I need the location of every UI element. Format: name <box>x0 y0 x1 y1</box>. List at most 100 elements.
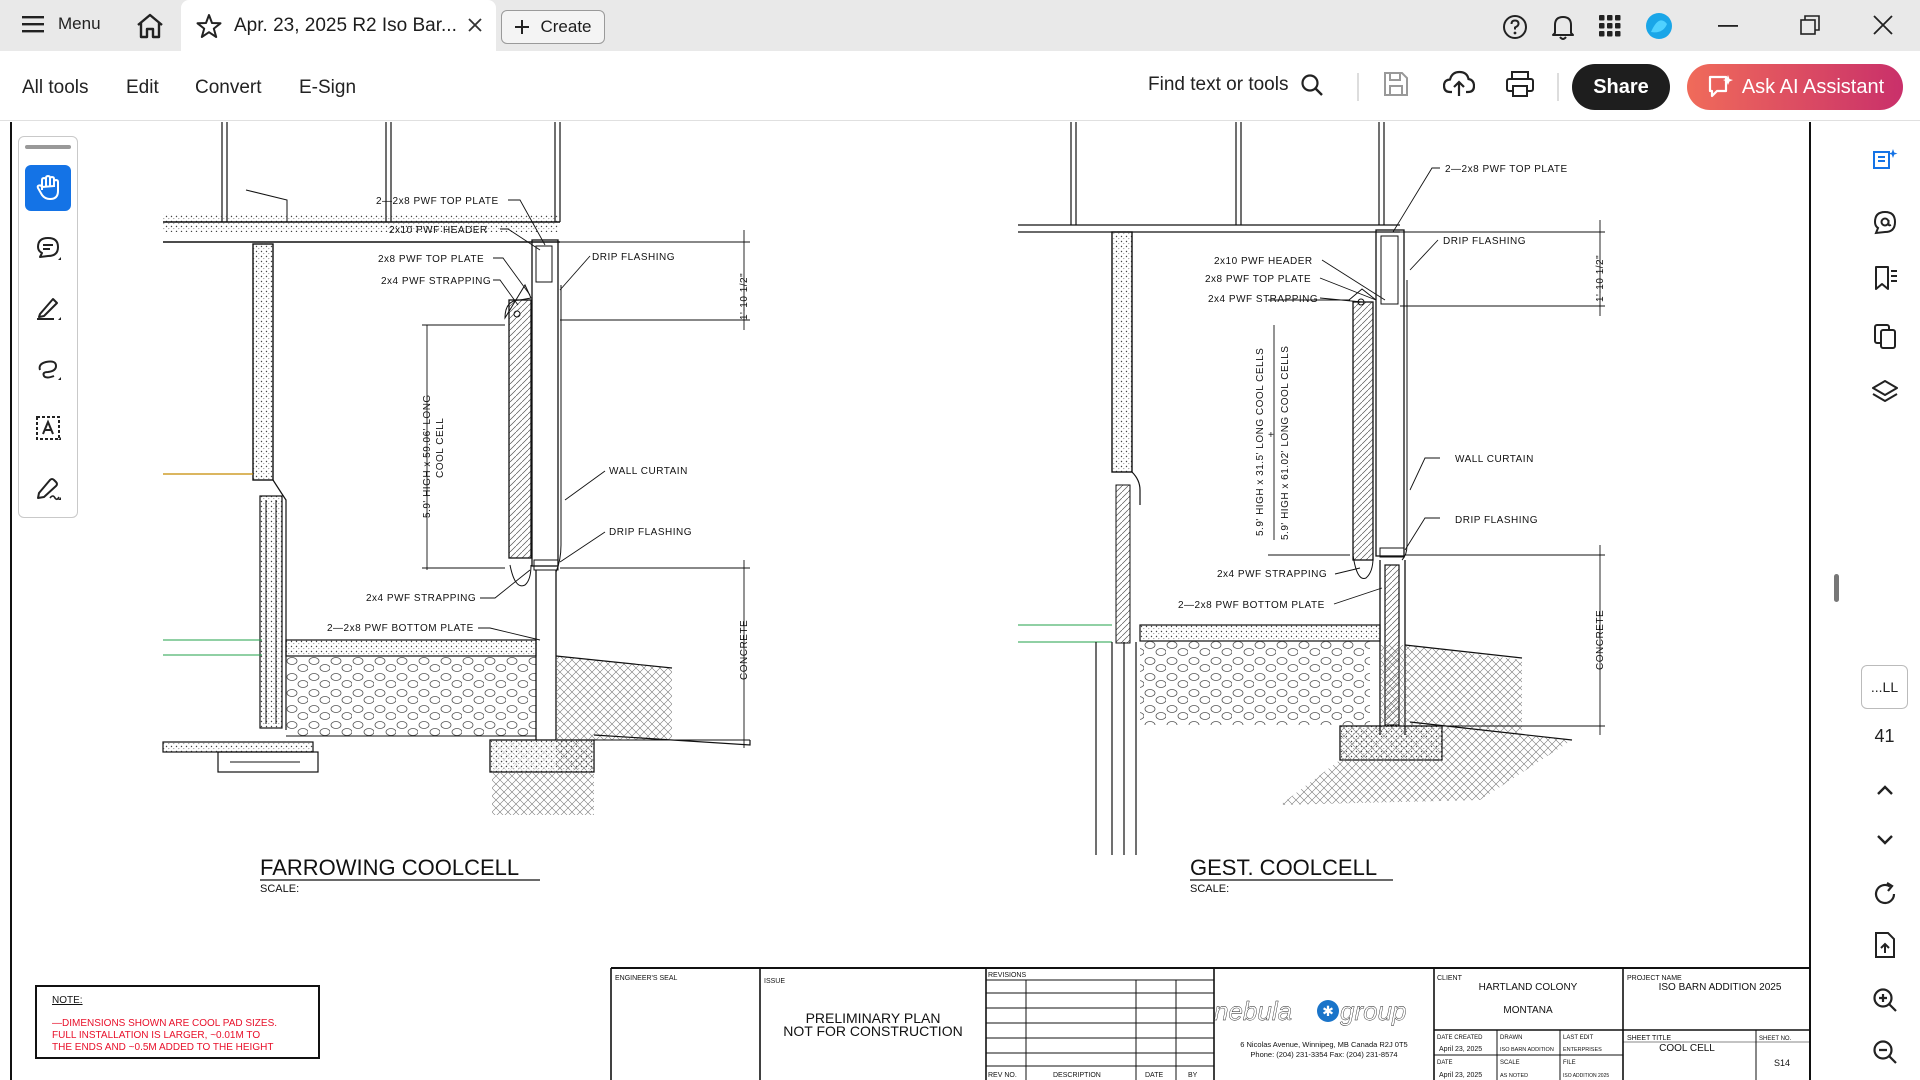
plus-icon <box>515 20 530 34</box>
label-concrete: CONCRETE <box>739 620 750 680</box>
gest-coolcell-detail: 2—2x8 PWF TOP PLATE DRIP FLASHING 2x10 P… <box>1018 122 1606 895</box>
ai-label: Ask AI Assistant <box>1741 75 1885 98</box>
label-strapping-bottom: 2x4 PWF STRAPPING <box>366 593 476 604</box>
text-box-tool-button[interactable] <box>25 405 71 451</box>
farrowing-coolcell-detail: 2—2x8 PWF TOP PLATE 2x10 PWF HEADER 2x8 … <box>162 122 751 895</box>
save-icon <box>1384 72 1408 96</box>
sheet-title: COOL CELL <box>1659 1043 1715 1054</box>
acrobat-window: Menu Apr. 23, 2025 R2 Iso Bar... Create <box>0 0 1920 1080</box>
tab-title: Apr. 23, 2025 R2 Iso Bar... <box>234 14 457 36</box>
search-icon <box>1301 74 1324 96</box>
panel-drag-handle[interactable] <box>25 145 71 149</box>
rev-no-label: REV NO. <box>988 1072 1017 1079</box>
cloud-upload-icon <box>1442 70 1476 96</box>
note-line-3: THE ENDS AND ~0.5M ADDED TO THE HEIGHT <box>52 1042 273 1053</box>
close-icon <box>1873 15 1893 35</box>
dim-top: 1'-10 1/2" <box>739 273 750 320</box>
zoom-in-button[interactable] <box>1863 978 1907 1022</box>
convert-menu[interactable]: Convert <box>195 77 262 99</box>
toolbar-divider <box>1557 73 1559 101</box>
ai-comments-button[interactable] <box>1863 138 1907 182</box>
apps-button[interactable] <box>1599 15 1621 37</box>
date-created-label: DATE CREATED <box>1437 1035 1483 1041</box>
profile-avatar[interactable] <box>1645 12 1673 40</box>
chevron-up-icon <box>1877 785 1893 795</box>
file-value: ISO ADDITION 2025 <box>1563 1073 1609 1079</box>
revisions-label: REVISIONS <box>988 972 1026 979</box>
label-strapping-bottom: 2x4 PWF STRAPPING <box>1217 569 1327 580</box>
find-tools-search[interactable]: Find text or tools <box>1148 73 1324 97</box>
home-button[interactable] <box>135 12 165 40</box>
company-phone: Phone: (204) 231-3354 Fax: (204) 231-857… <box>1250 1050 1397 1059</box>
share-button[interactable]: Share <box>1572 64 1670 110</box>
cell-dim-1: 5.9' HIGH x 31.5' LONG COOL CELLS <box>1255 348 1266 536</box>
document-viewer[interactable]: 2—2x8 PWF TOP PLATE 2x10 PWF HEADER 2x8 … <box>0 122 1855 1080</box>
minimize-icon <box>1718 25 1738 27</box>
hand-icon <box>36 175 59 200</box>
find-label: Find text or tools <box>1148 74 1289 95</box>
page-thumbnail-indicator[interactable]: ...LL <box>1861 665 1908 709</box>
close-window-button[interactable] <box>1873 15 1893 35</box>
date-created-value: April 23, 2025 <box>1439 1046 1482 1053</box>
create-button[interactable]: Create <box>501 10 605 44</box>
hand-tool-button[interactable] <box>25 165 71 211</box>
comments-panel-button[interactable] <box>1863 200 1907 244</box>
print-button[interactable] <box>1505 70 1535 103</box>
scale-label-left: SCALE: <box>260 883 299 895</box>
scale-value: AS NOTED <box>1500 1073 1528 1079</box>
client-name-2: MONTANA <box>1503 1005 1553 1016</box>
ai-assistant-icon <box>1708 75 1733 98</box>
star-icon[interactable] <box>196 13 222 39</box>
text-select-icon <box>36 416 61 440</box>
comment-tool-button[interactable] <box>25 225 71 271</box>
highlight-tool-button[interactable] <box>25 285 71 331</box>
label-drip-flashing-top: DRIP FLASHING <box>592 252 675 263</box>
upload-button[interactable] <box>1442 69 1476 104</box>
label-concrete: CONCRETE <box>1595 610 1606 670</box>
zoom-out-button[interactable] <box>1863 1030 1907 1074</box>
label-bottom-plate: 2—2x8 PWF BOTTOM PLATE <box>1178 600 1325 611</box>
label-top-plate: 2x8 PWF TOP PLATE <box>1205 274 1311 285</box>
quick-tools-panel <box>18 136 78 518</box>
layers-button[interactable] <box>1863 370 1907 414</box>
drawn-value: ISO BARN ADDITION <box>1500 1047 1554 1053</box>
project-name-label: PROJECT NAME <box>1627 975 1682 982</box>
chevron-down-icon <box>1877 835 1893 845</box>
previous-page-button[interactable] <box>1863 768 1907 812</box>
issue-label: ISSUE <box>764 978 785 985</box>
sheet-title-label: SHEET TITLE <box>1627 1035 1671 1042</box>
cell-dim-plus: + <box>1268 430 1274 441</box>
label-top-plate-2: 2—2x8 PWF TOP PLATE <box>376 196 499 207</box>
sheet-no: S14 <box>1774 1058 1790 1068</box>
draw-tool-button[interactable] <box>25 345 71 391</box>
close-tab-icon[interactable] <box>468 18 482 32</box>
sign-tool-button[interactable] <box>25 465 71 511</box>
date-label: DATE <box>1437 1060 1453 1066</box>
minimize-button[interactable] <box>1718 24 1738 28</box>
bookmarks-button[interactable] <box>1863 256 1907 300</box>
help-button[interactable] <box>1502 14 1528 40</box>
rotate-button[interactable] <box>1863 872 1907 916</box>
save-button[interactable] <box>1383 71 1409 102</box>
svg-text:✱: ✱ <box>1322 1003 1334 1019</box>
document-tab[interactable]: Apr. 23, 2025 R2 Iso Bar... <box>181 0 496 51</box>
pages-icon <box>1874 324 1896 349</box>
notifications-button[interactable] <box>1550 13 1576 41</box>
hamburger-icon <box>22 16 44 33</box>
issue-line-2: NOT FOR CONSTRUCTION <box>783 1023 962 1039</box>
pen-icon <box>37 298 61 320</box>
page-thumbnails-button[interactable] <box>1863 314 1907 358</box>
esign-menu[interactable]: E-Sign <box>299 77 356 99</box>
current-page-number[interactable]: 41 <box>1861 726 1908 747</box>
label-wall-curtain: WALL CURTAIN <box>1455 454 1534 465</box>
page-export-button[interactable] <box>1863 923 1907 967</box>
menu-button[interactable]: Menu <box>22 14 101 34</box>
edit-menu[interactable]: Edit <box>126 77 159 99</box>
label-wall-curtain: WALL CURTAIN <box>609 466 688 477</box>
help-icon <box>1503 15 1527 39</box>
next-page-button[interactable] <box>1863 818 1907 862</box>
vertical-scrollbar-thumb[interactable] <box>1834 574 1839 602</box>
restore-button[interactable] <box>1800 15 1820 35</box>
ask-ai-assistant-button[interactable]: Ask AI Assistant <box>1687 64 1903 110</box>
all-tools-menu[interactable]: All tools <box>22 77 89 99</box>
